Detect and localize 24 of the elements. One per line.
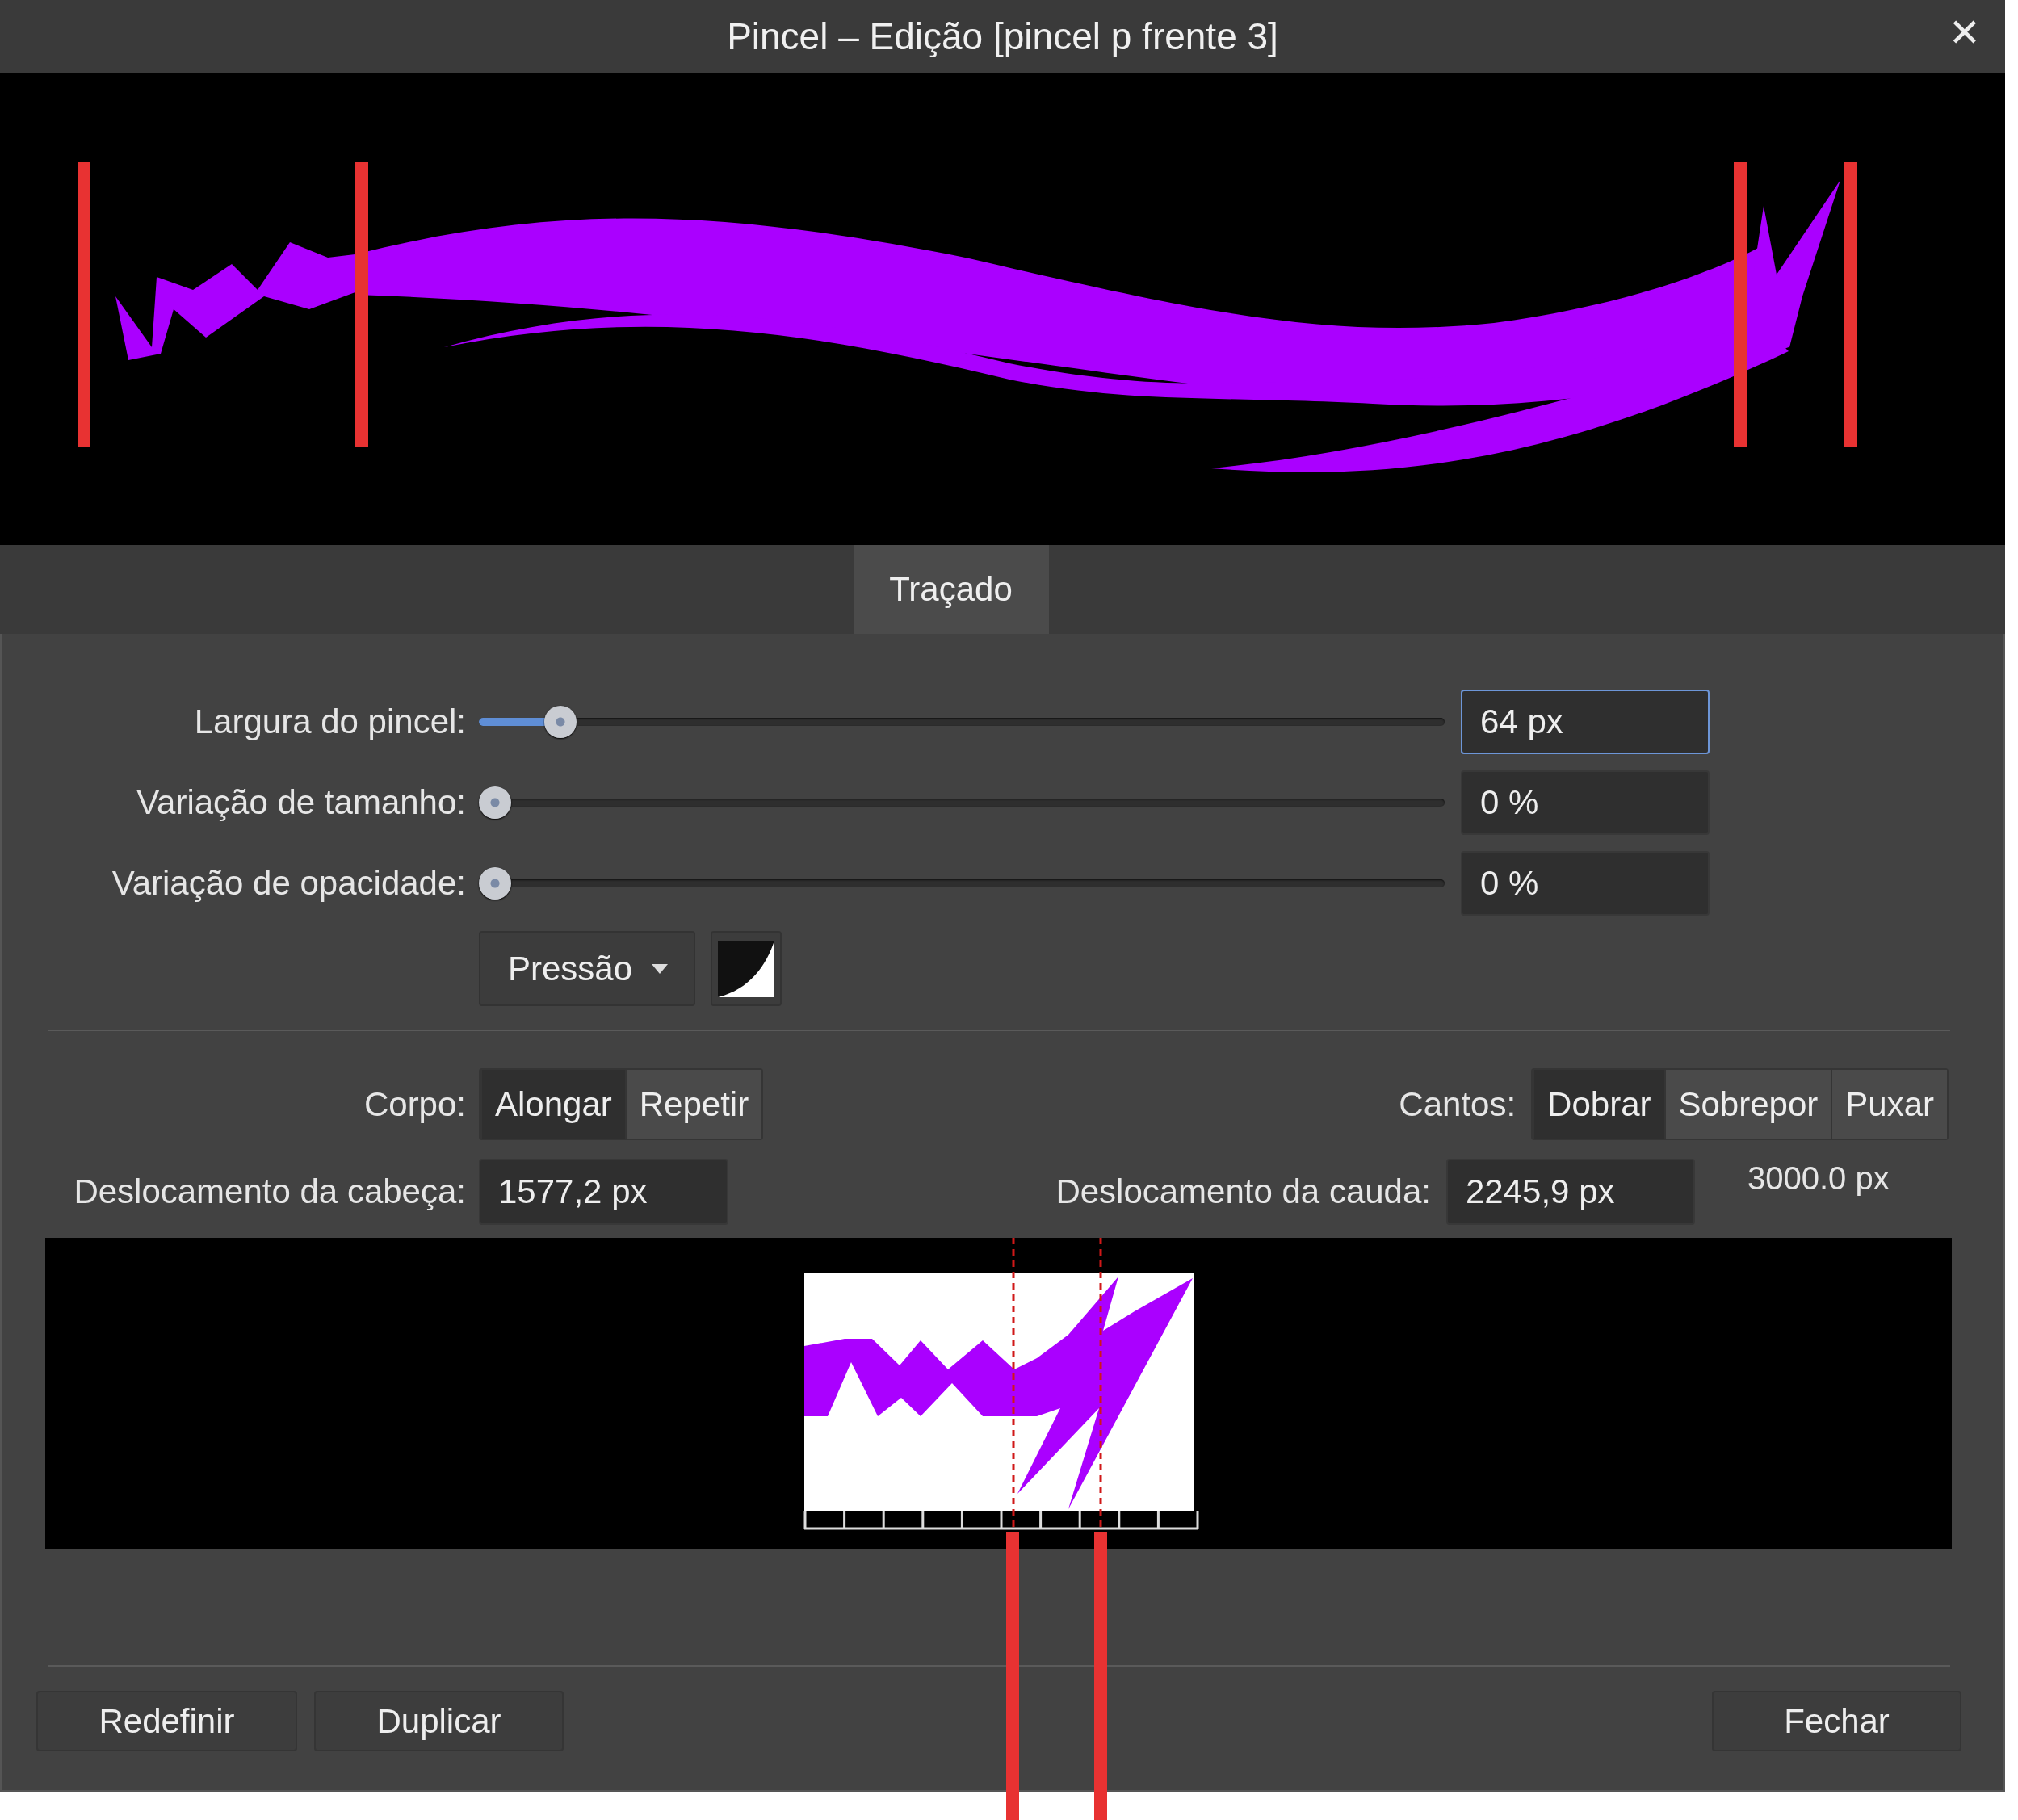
slider-label: Variação de tamanho: bbox=[136, 783, 466, 822]
head-offset-label: Deslocamento da cabeça: bbox=[73, 1172, 466, 1211]
segment-button[interactable]: Alongar bbox=[480, 1070, 625, 1139]
tab[interactable]: Traçado bbox=[853, 545, 1049, 634]
close-dialog-button[interactable]: Fechar bbox=[1712, 1691, 1961, 1751]
dialog-button[interactable]: Duplicar bbox=[314, 1691, 564, 1751]
slider-label: Largura do pincel: bbox=[193, 702, 466, 741]
dialog-button[interactable]: Redefinir bbox=[36, 1691, 297, 1751]
corners-label: Cantos: bbox=[1399, 1084, 1517, 1124]
window-title: Pincel – Edição [pincel p frente 3] bbox=[727, 15, 1278, 58]
body-label: Corpo: bbox=[363, 1084, 466, 1124]
segment-button[interactable]: Repetir bbox=[624, 1070, 762, 1139]
head-offset-field[interactable]: 1577,2 px bbox=[479, 1159, 728, 1225]
pressure-dropdown[interactable]: Pressão bbox=[479, 931, 695, 1006]
close-button[interactable]: ✕ bbox=[1940, 6, 1989, 58]
segment-button[interactable]: Puxar bbox=[1831, 1070, 1947, 1139]
total-length: 3000.0 px bbox=[1747, 1160, 1890, 1197]
slider-label: Variação de opacidade: bbox=[111, 864, 466, 903]
value-field[interactable]: 0 % bbox=[1461, 851, 1710, 916]
segment-button[interactable]: Dobrar bbox=[1533, 1070, 1664, 1139]
value-field[interactable]: 0 % bbox=[1461, 770, 1710, 835]
value-field[interactable]: 64 px bbox=[1461, 690, 1710, 754]
tail-offset-field[interactable]: 2245,9 px bbox=[1446, 1159, 1695, 1225]
tail-offset-label: Deslocamento da cauda: bbox=[1055, 1172, 1431, 1211]
